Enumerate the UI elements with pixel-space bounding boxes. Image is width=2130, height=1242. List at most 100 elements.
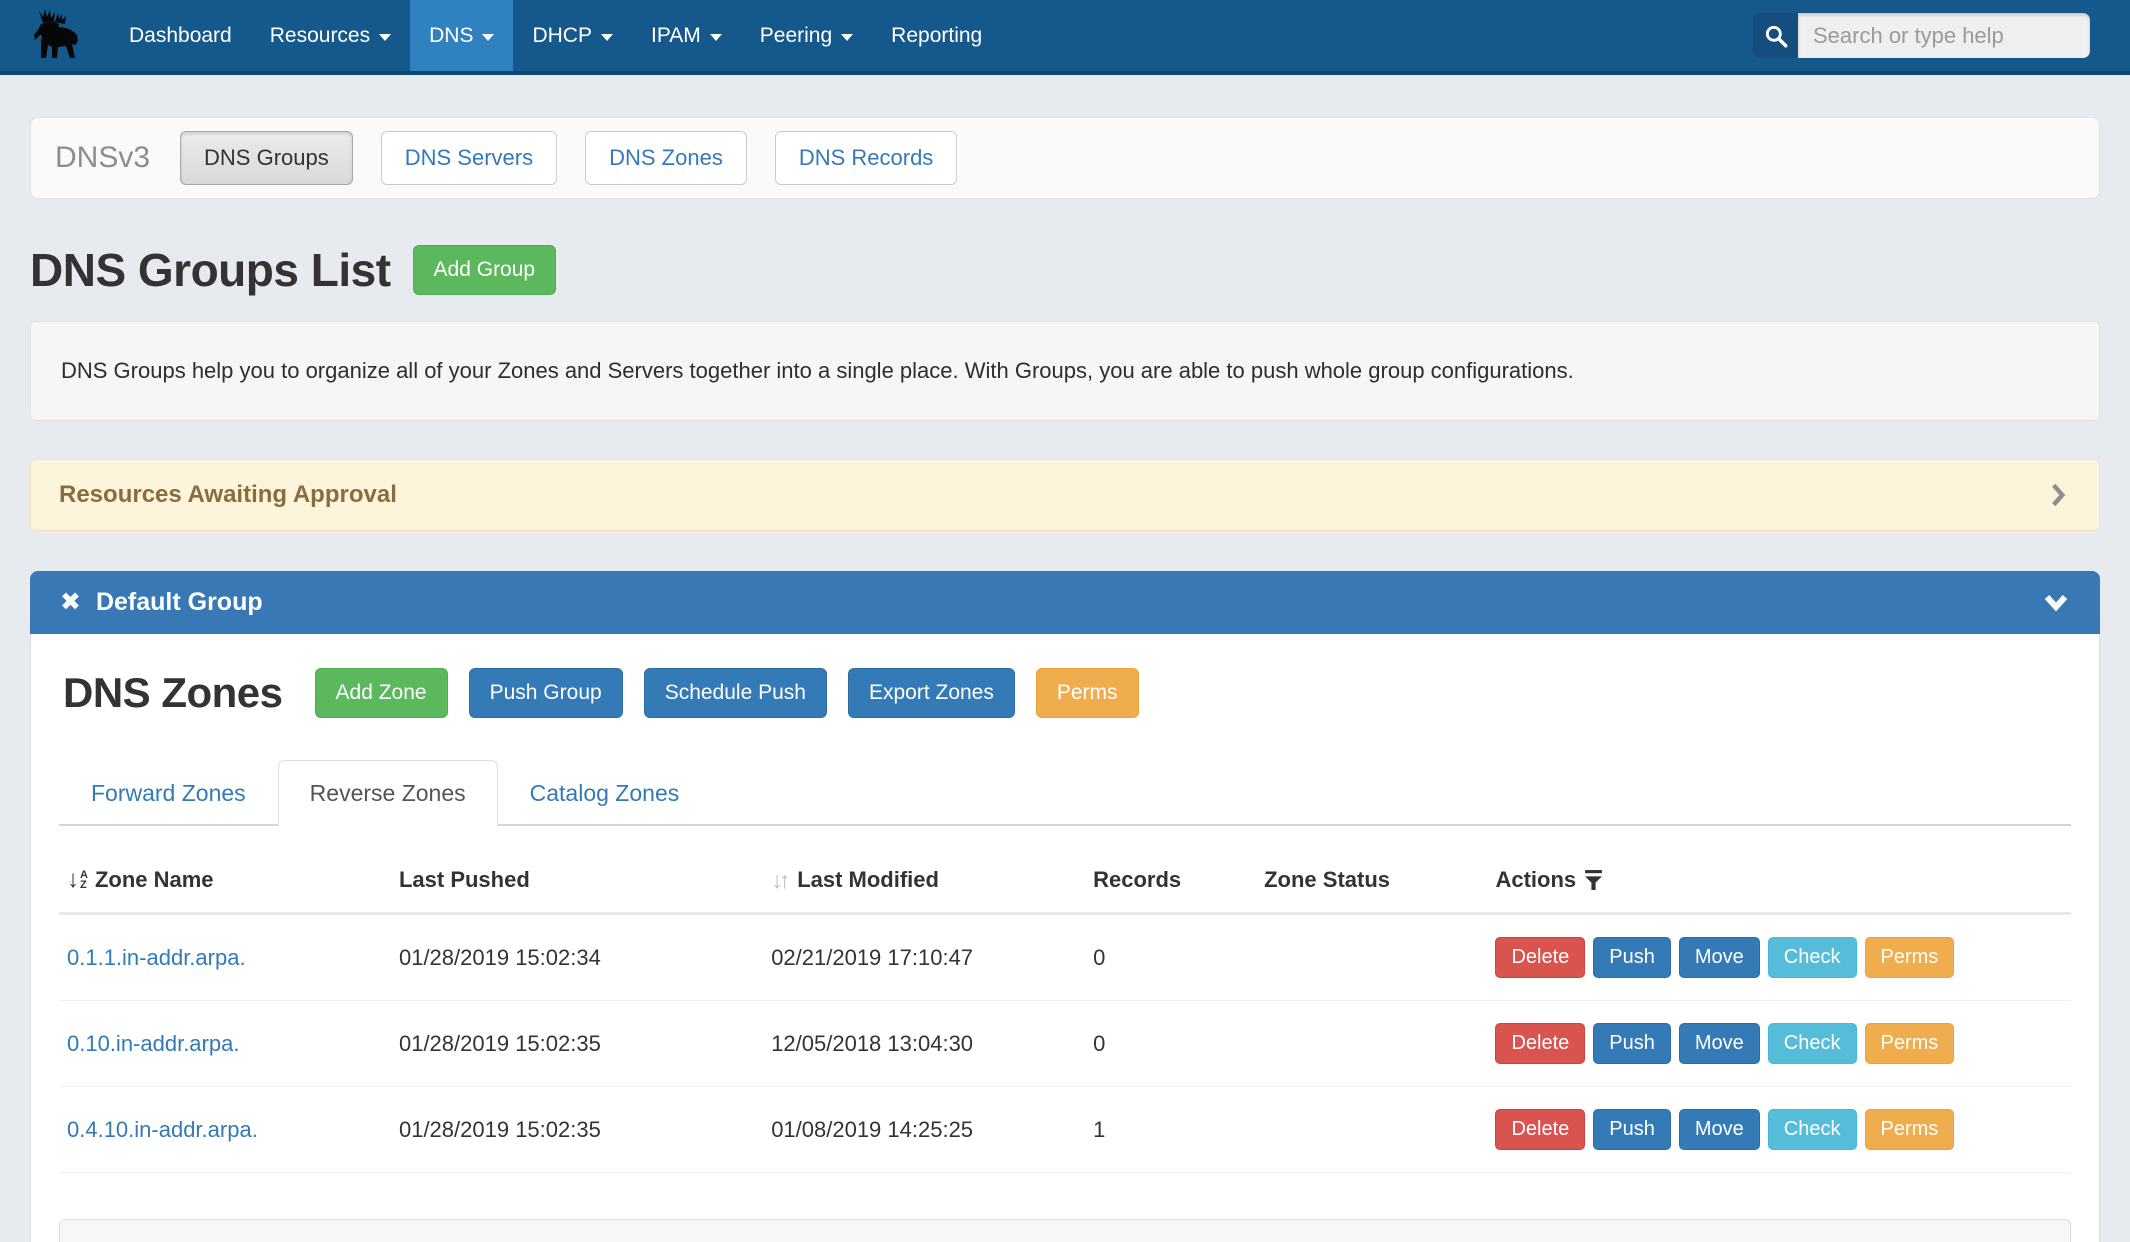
dns-zones-title: DNS Zones	[63, 669, 283, 717]
perms-button[interactable]: Perms	[1865, 937, 1955, 978]
moose-logo-icon[interactable]	[22, 0, 86, 71]
last-pushed-cell: 01/28/2019 15:02:35	[391, 1087, 763, 1173]
nav-item-label: Reporting	[891, 24, 982, 48]
last-pushed-cell: 01/28/2019 15:02:34	[391, 914, 763, 1001]
last-modified-cell: 02/21/2019 17:10:47	[763, 914, 1085, 1001]
nav-item-peering[interactable]: Peering	[741, 0, 872, 71]
last-pushed-cell: 01/28/2019 15:02:35	[391, 1001, 763, 1087]
sort-alpha-desc-icon: ↓ AZ	[67, 866, 88, 894]
page-title-row: DNS Groups List Add Group	[30, 243, 2100, 297]
nav-item-label: DHCP	[532, 24, 592, 48]
actions-cell: DeletePushMoveCheckPerms	[1487, 914, 2071, 1001]
add-zone-button[interactable]: Add Zone	[315, 668, 448, 718]
search-input[interactable]	[1798, 13, 2090, 58]
move-button[interactable]: Move	[1679, 1109, 1760, 1150]
chevron-down-icon[interactable]	[2042, 592, 2070, 614]
dns-zones-buttons: Add Zone Push Group Schedule Push Export Zo…	[315, 668, 1139, 718]
zones-table-body: 0.1.1.in-addr.arpa. 01/28/2019 15:02:3402…	[59, 914, 2071, 1173]
zone-name-cell: 0.10.in-addr.arpa.	[59, 1001, 391, 1087]
column-zone-status: Zone Status	[1256, 846, 1487, 914]
delete-button[interactable]: Delete	[1495, 1023, 1585, 1064]
chevron-down-icon	[841, 34, 853, 41]
top-navbar: Dashboard Resources DNS DHCP IPAM Peering Repo…	[0, 0, 2130, 75]
nav-item-dhcp[interactable]: DHCP	[513, 0, 632, 71]
push-button[interactable]: Push	[1593, 1109, 1671, 1150]
nav-item-label: Dashboard	[129, 24, 232, 48]
description-well: DNS Groups help you to organize all of y…	[30, 321, 2100, 421]
nav-item-dashboard[interactable]: Dashboard	[110, 0, 251, 71]
default-group-panel: ✖ Default Group DNS Zones Add Zone Push G…	[30, 571, 2100, 1242]
dns-servers-button[interactable]: DNS Servers	[381, 131, 557, 185]
close-icon[interactable]: ✖	[60, 590, 81, 615]
table-row: 0.10.in-addr.arpa. 01/28/2019 15:02:3512/…	[59, 1001, 2071, 1087]
dns-zones-button[interactable]: DNS Zones	[585, 131, 747, 185]
push-button[interactable]: Push	[1593, 1023, 1671, 1064]
nav-item-reporting[interactable]: Reporting	[872, 0, 1001, 71]
perms-button[interactable]: Perms	[1865, 1023, 1955, 1064]
actions-cell: DeletePushMoveCheckPerms	[1487, 1001, 2071, 1087]
default-group-header[interactable]: ✖ Default Group	[30, 571, 2100, 634]
table-row: 0.4.10.in-addr.arpa. 01/28/2019 15:02:350…	[59, 1087, 2071, 1173]
zones-table-header-row: ↓ AZ Zone Name Last Pushed ↓↑	[59, 846, 2071, 914]
tab-reverse-zones[interactable]: Reverse Zones	[278, 760, 498, 826]
zone-name-cell: 0.4.10.in-addr.arpa.	[59, 1087, 391, 1173]
dns-records-button[interactable]: DNS Records	[775, 131, 957, 185]
search-group	[1753, 13, 2090, 58]
move-button[interactable]: Move	[1679, 937, 1760, 978]
nav-item-label: Peering	[760, 24, 832, 48]
perms-button[interactable]: Perms	[1036, 668, 1139, 718]
nav-item-ipam[interactable]: IPAM	[632, 0, 741, 71]
column-actions: Actions	[1487, 846, 2071, 914]
dns-zones-header: DNS Zones Add Zone Push Group Schedule Pus…	[59, 668, 2071, 718]
push-button[interactable]: Push	[1593, 937, 1671, 978]
attached-servers-panel[interactable]: Attached Servers	[59, 1219, 2071, 1242]
tab-catalog-zones[interactable]: Catalog Zones	[498, 760, 712, 826]
export-zones-button[interactable]: Export Zones	[848, 668, 1015, 718]
delete-button[interactable]: Delete	[1495, 937, 1585, 978]
sort-updown-icon: ↓↑	[771, 867, 786, 894]
approval-panel-title: Resources Awaiting Approval	[59, 481, 397, 509]
nav-item-label: Resources	[270, 24, 370, 48]
zones-tabs: Forward ZonesReverse ZonesCatalog Zones	[59, 760, 2071, 826]
tab-forward-zones[interactable]: Forward Zones	[59, 760, 278, 826]
push-group-button[interactable]: Push Group	[469, 668, 623, 718]
filter-funnel-icon[interactable]	[1583, 869, 1604, 891]
nav-items: Dashboard Resources DNS DHCP IPAM Peering Repo…	[110, 0, 1001, 71]
perms-button[interactable]: Perms	[1865, 1109, 1955, 1150]
records-cell: 0	[1085, 914, 1256, 1001]
check-button[interactable]: Check	[1768, 1109, 1857, 1150]
dns-groups-button[interactable]: DNS Groups	[180, 131, 353, 185]
column-last-modified[interactable]: ↓↑ Last Modified	[763, 846, 1085, 914]
delete-button[interactable]: Delete	[1495, 1109, 1585, 1150]
subnav-buttons: DNS Groups DNS Servers DNS Zones DNS Record…	[180, 131, 957, 185]
nav-item-label: DNS	[429, 24, 473, 48]
actions-cell: DeletePushMoveCheckPerms	[1487, 1087, 2071, 1173]
column-zone-name[interactable]: ↓ AZ Zone Name	[59, 846, 391, 914]
last-modified-cell: 12/05/2018 13:04:30	[763, 1001, 1085, 1087]
last-modified-cell: 01/08/2019 14:25:25	[763, 1087, 1085, 1173]
chevron-down-icon	[482, 34, 494, 41]
nav-item-dns[interactable]: DNS	[410, 0, 513, 71]
nav-item-label: IPAM	[651, 24, 701, 48]
zone-status-cell	[1256, 914, 1487, 1001]
check-button[interactable]: Check	[1768, 937, 1857, 978]
page-title: DNS Groups List	[30, 243, 391, 297]
search-icon[interactable]	[1753, 13, 1798, 58]
records-cell: 0	[1085, 1001, 1256, 1087]
zone-name-link[interactable]: 0.4.10.in-addr.arpa.	[67, 1117, 258, 1142]
add-group-button[interactable]: Add Group	[413, 245, 557, 295]
move-button[interactable]: Move	[1679, 1023, 1760, 1064]
check-button[interactable]: Check	[1768, 1023, 1857, 1064]
zone-name-link[interactable]: 0.10.in-addr.arpa.	[67, 1031, 239, 1056]
records-cell: 1	[1085, 1087, 1256, 1173]
zones-table: ↓ AZ Zone Name Last Pushed ↓↑	[59, 846, 2071, 1173]
table-row: 0.1.1.in-addr.arpa. 01/28/2019 15:02:3402…	[59, 914, 2071, 1001]
zone-name-link[interactable]: 0.1.1.in-addr.arpa.	[67, 945, 246, 970]
zone-name-cell: 0.1.1.in-addr.arpa.	[59, 914, 391, 1001]
zone-status-cell	[1256, 1001, 1487, 1087]
resources-awaiting-approval-panel[interactable]: Resources Awaiting Approval	[30, 459, 2100, 531]
zone-status-cell	[1256, 1087, 1487, 1173]
nav-item-resources[interactable]: Resources	[251, 0, 410, 71]
chevron-down-icon	[601, 34, 613, 41]
schedule-push-button[interactable]: Schedule Push	[644, 668, 827, 718]
